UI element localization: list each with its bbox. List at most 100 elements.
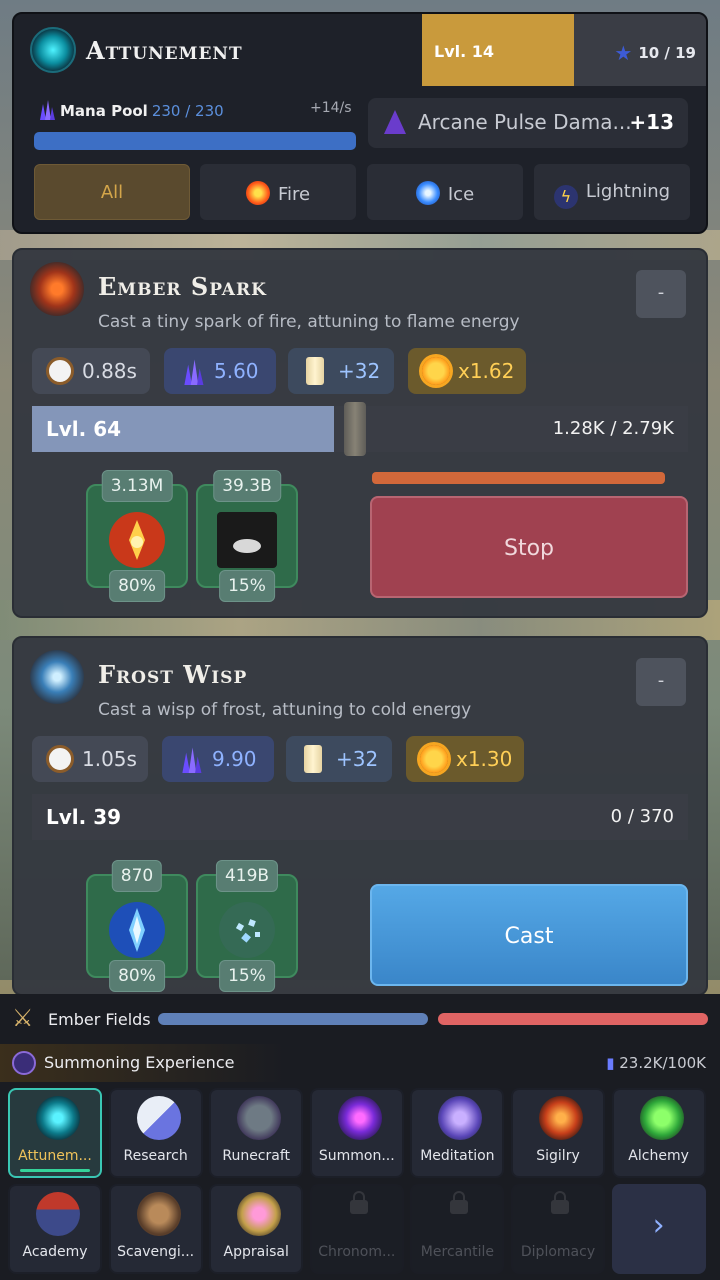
stopwatch-icon: [46, 745, 74, 773]
spell-level-bar: Lvl. 64 1.28K / 2.79K: [32, 402, 688, 456]
filter-fire[interactable]: Fire: [200, 164, 356, 220]
spell-xp: 0 / 370: [610, 806, 674, 827]
drop-chance: 15%: [219, 960, 275, 992]
nav-tile-label: Mercantile: [420, 1244, 494, 1260]
spell-description: Cast a wisp of frost, attuning to cold e…: [98, 700, 472, 720]
drop-amount: 3.13M: [101, 470, 173, 502]
enemy-health-bar: [438, 1013, 708, 1025]
ember-spark-icon: [30, 262, 84, 316]
nav-tile-academy[interactable]: Academy: [8, 1184, 102, 1274]
filter-lightning[interactable]: ϟ Lightning: [534, 164, 690, 220]
nav-tile-label: Academy: [22, 1244, 88, 1260]
nav-tile-label: Appraisal: [223, 1244, 289, 1260]
mana-cost-chip: 9.90: [162, 736, 274, 782]
spell-xp: 1.28K / 2.79K: [552, 418, 674, 439]
stop-button[interactable]: Stop: [370, 496, 688, 598]
drop-slot-frost-shards[interactable]: 419B 15%: [196, 860, 298, 992]
spell-level: Lvl. 39: [46, 805, 122, 829]
scroll-icon: [304, 745, 322, 773]
cast-button[interactable]: Cast: [370, 884, 688, 986]
ice-crystal-icon: [109, 902, 165, 958]
zone-row[interactable]: ⚔ Ember Fields: [0, 994, 720, 1044]
drop-slot-ash[interactable]: 39.3B 15%: [196, 470, 298, 602]
player-health-bar: [158, 1013, 428, 1025]
mana-cost-chip: 5.60: [164, 348, 276, 394]
nav-tile-attunem[interactable]: Attunem...: [8, 1088, 102, 1178]
cast-time-chip: 1.05s: [32, 736, 148, 782]
page-title: Attunement: [86, 36, 243, 65]
spell-level-bar: Lvl. 39 0 / 370: [32, 794, 688, 840]
multiplier-chip: x1.62: [408, 348, 526, 394]
next-page-button[interactable]: ›: [611, 1184, 706, 1274]
cast-time-chip: 0.88s: [32, 348, 150, 394]
spell-card-frost-wisp: Frost Wisp Cast a wisp of frost, attunin…: [12, 636, 708, 996]
attunement-points[interactable]: ★ 10 / 19: [574, 14, 706, 86]
spell-name: Ember Spark: [98, 272, 267, 301]
mana-regen-rate: +14/s: [310, 100, 352, 116]
drop-slot-ice-crystal[interactable]: 870 80%: [86, 860, 188, 992]
wizard-hat-icon: [12, 1051, 36, 1075]
lightning-icon: ϟ: [553, 185, 578, 209]
nav-tile-runecraft[interactable]: Runecraft: [209, 1088, 304, 1178]
wizard-hat-icon: [384, 110, 406, 134]
cast-progress-bar: [372, 472, 665, 484]
star-icon: ★: [614, 41, 633, 65]
sigil-icon: [539, 1096, 583, 1140]
spell-card-ember-spark: Ember Spark Cast a tiny spark of fire, a…: [12, 248, 708, 618]
title-row: Attunement Lvl. 14 ★ 10 / 19: [14, 14, 706, 86]
drop-amount: 870: [111, 860, 163, 892]
potion-flask-icon: [639, 1096, 684, 1140]
nav-tile-mercantile: Mercantile: [410, 1184, 505, 1274]
nav-tile-label: Sigilry: [536, 1148, 580, 1164]
nav-tile-meditation[interactable]: Meditation: [410, 1088, 505, 1178]
crossed-swords-icon: ⚔: [12, 1004, 34, 1032]
sun-icon: [422, 357, 450, 385]
stopwatch-icon: [46, 357, 74, 385]
nav-tile-label: Chronom...: [318, 1244, 396, 1260]
nav-tile-label: Summon...: [318, 1148, 395, 1164]
spell-level: Lvl. 64: [46, 417, 122, 441]
nav-tile-appraisal[interactable]: Appraisal: [209, 1184, 304, 1274]
arcane-pulse-label: Arcane Pulse Dama...: [418, 110, 632, 134]
nav-tile-sigilry[interactable]: Sigilry: [511, 1088, 605, 1178]
skill-level-badge: Lvl. 14: [422, 14, 574, 86]
ash-pile-icon: [217, 512, 277, 568]
experience-label-box: Summoning Experience: [0, 1044, 286, 1082]
academy-building-icon: [36, 1192, 80, 1236]
nav-tile-scavengi[interactable]: Scavengi...: [108, 1184, 203, 1274]
sun-icon: [420, 745, 448, 773]
nav-tile-research[interactable]: Research: [108, 1088, 203, 1178]
mana-bar: [34, 132, 356, 150]
nav-tile-label: Runecraft: [222, 1148, 291, 1164]
attunement-icon: [36, 1096, 80, 1140]
arcane-pulse-bonus[interactable]: Arcane Pulse Dama... +13: [368, 98, 688, 148]
mana-crystal-icon: [40, 100, 55, 120]
nav-tile-summon[interactable]: Summon...: [309, 1088, 404, 1178]
rune-stone-icon: [237, 1096, 282, 1140]
nav-tile-label: Alchemy: [628, 1148, 689, 1164]
xp-gain-chip: +32: [288, 348, 394, 394]
mana-crystal-icon: [182, 747, 202, 773]
filter-all[interactable]: All: [34, 164, 190, 220]
element-filter-tabs: All Fire Ice ϟ Lightning: [34, 164, 690, 220]
summoning-circle-icon: [337, 1096, 382, 1140]
drop-slot-fire-crystal[interactable]: 3.13M 80%: [86, 470, 188, 602]
experience-label: Summoning Experience: [44, 1053, 235, 1072]
collapse-button[interactable]: -: [636, 658, 686, 706]
xp-gain-chip: +32: [286, 736, 392, 782]
fire-orb-icon: [245, 181, 270, 205]
attunement-crystal-icon: [30, 27, 76, 73]
scroll-icon: [306, 357, 324, 385]
mana-crystal-icon: [184, 359, 204, 385]
zone-name: Ember Fields: [48, 1010, 151, 1029]
nav-tile-label: Meditation: [420, 1148, 495, 1164]
frost-wisp-icon: [30, 650, 84, 704]
nav-tile-alchemy[interactable]: Alchemy: [611, 1088, 706, 1178]
filter-ice[interactable]: Ice: [367, 164, 523, 220]
collapse-button[interactable]: -: [636, 270, 686, 318]
drop-chance: 15%: [219, 570, 275, 602]
spell-name: Frost Wisp: [98, 660, 248, 689]
book-magnifier-icon: [136, 1096, 181, 1140]
drop-amount: 39.3B: [213, 470, 281, 502]
mana-crystal-icon: ▮: [606, 1054, 620, 1072]
